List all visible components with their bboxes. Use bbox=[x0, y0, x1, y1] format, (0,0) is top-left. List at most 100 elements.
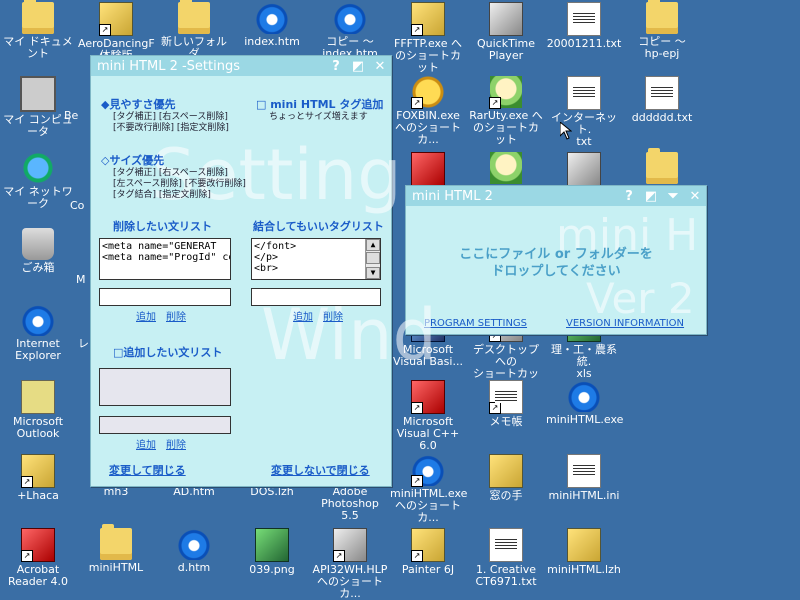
close-button[interactable]: ✕ bbox=[684, 187, 706, 205]
desktop-icon-quicktime[interactable]: QuickTime Player bbox=[468, 2, 544, 62]
desktop-icon-photoshop[interactable]: Adobe Photoshop 5.5 bbox=[312, 486, 388, 522]
close-button[interactable]: ✕ bbox=[369, 57, 391, 75]
internet-explorer-icon bbox=[22, 304, 54, 336]
add-tag-checkbox[interactable]: □ mini HTML タグ追加 bbox=[256, 96, 383, 112]
scroll-up-icon[interactable]: ▲ bbox=[366, 239, 380, 251]
desktop-icon-internet-explorer[interactable]: Internet Explorer bbox=[0, 304, 76, 362]
desktop-icon-minihtml-ini[interactable]: miniHTML.ini bbox=[546, 454, 622, 502]
desktop-icon-folder-3[interactable] bbox=[624, 148, 700, 186]
desktop-icon-recycle-bin[interactable]: ごみ箱 bbox=[0, 228, 76, 274]
desktop-icon-my-computer[interactable]: マイ コンピュータ bbox=[0, 76, 76, 138]
recycle-bin-icon bbox=[22, 228, 54, 260]
help-button[interactable]: ? bbox=[325, 57, 347, 75]
delete-list-remove-link[interactable]: 削除 bbox=[166, 308, 186, 323]
app-icon: ↗ bbox=[99, 2, 133, 36]
save-and-close-link[interactable]: 変更して閉じる bbox=[109, 462, 186, 478]
program-settings-link[interactable]: PROGRAM SETTINGS bbox=[424, 318, 527, 329]
settings-window[interactable]: mini HTML 2 -Settings ? ◩ ✕ Setting Wind… bbox=[90, 55, 437, 487]
list-item[interactable]: <meta name="GENERAT bbox=[100, 239, 230, 252]
app-icon bbox=[411, 152, 445, 186]
size-priority-radio[interactable]: ◇サイズ優先 bbox=[101, 152, 164, 168]
resize-icon[interactable]: ◩ bbox=[347, 57, 369, 75]
add-input[interactable] bbox=[99, 416, 231, 434]
join-list-remove-link[interactable]: 削除 bbox=[323, 308, 343, 323]
fox-icon: ↗ bbox=[411, 76, 444, 109]
minimize-button[interactable]: ⏷ bbox=[662, 187, 684, 205]
desktop-icon-d-htm[interactable]: d.htm bbox=[156, 528, 232, 574]
desktop-icon-internet-txt[interactable]: インターネット. txt bbox=[546, 76, 622, 148]
resize-icon[interactable]: ◩ bbox=[640, 187, 662, 205]
help-button[interactable]: ? bbox=[618, 187, 640, 205]
size-priority-desc-3: [タグ結合] [指定文削除] bbox=[113, 190, 211, 200]
join-list-add-link[interactable]: 追加 bbox=[293, 308, 313, 323]
desktop-icon-acrobat[interactable]: ↗ Acrobat Reader 4.0 bbox=[0, 528, 76, 588]
desktop-icon-madonote[interactable]: 窓の手 bbox=[468, 454, 544, 502]
desktop-icon-notepad[interactable]: ↗ メモ帳 bbox=[468, 380, 544, 428]
add-list-add-link[interactable]: 追加 bbox=[136, 436, 156, 451]
list-item[interactable]: <meta name="ProgId" co bbox=[100, 252, 230, 263]
join-list[interactable]: </font> </p> <br> ▲ ▼ bbox=[251, 238, 381, 280]
desktop-icon-api32wh[interactable]: ↗ API32WH.HLP へのショートカ... bbox=[312, 528, 388, 600]
scrollbar[interactable]: ▲ ▼ bbox=[365, 239, 380, 279]
add-list[interactable] bbox=[99, 368, 231, 406]
desktop-icon-minihtml-shortcut[interactable]: ↗ miniHTML.exe へのショートカ... bbox=[390, 454, 467, 524]
desktop-icon-20001211[interactable]: 20001211.txt bbox=[546, 2, 622, 50]
drop-zone[interactable]: ここにファイル or フォルダーを ドロップしてください bbox=[406, 246, 706, 280]
computer-icon bbox=[20, 76, 56, 112]
desktop-icon-ad-htm[interactable]: AD.htm bbox=[156, 486, 232, 498]
desktop-icon-aerodancing[interactable]: ↗AeroDancingF 体験版 bbox=[78, 2, 155, 62]
desktop-icon-my-documents[interactable]: マイ ドキュメント bbox=[0, 0, 76, 60]
settings-titlebar[interactable]: mini HTML 2 -Settings ? ◩ ✕ bbox=[91, 56, 391, 76]
delete-list[interactable]: <meta name="GENERAT <meta name="ProgId" … bbox=[99, 238, 231, 280]
desktop-icon-gray-file[interactable] bbox=[546, 152, 622, 188]
drop-instruction-line1: ここにファイル or フォルダーを bbox=[459, 247, 653, 262]
close-without-saving-link[interactable]: 変更しないで閉じる bbox=[271, 462, 370, 478]
desktop-icon-outlook[interactable]: Microsoft Outlook bbox=[0, 380, 76, 440]
desktop-icon-ffftp[interactable]: ↗ FFFTP.exe へ のショートカット bbox=[390, 2, 466, 74]
character-icon bbox=[490, 152, 522, 184]
desktop-icon-foxbin[interactable]: ↗ FOXBIN.exe へのショートカ... bbox=[390, 76, 466, 146]
desktop-icon-minihtml-lzh[interactable]: miniHTML.lzh bbox=[546, 528, 622, 576]
desktop-icon-039-png[interactable]: 039.png bbox=[234, 528, 310, 576]
desktop-icon-dos-lzh[interactable]: DOS.lzh bbox=[234, 486, 310, 498]
scroll-thumb[interactable] bbox=[366, 252, 380, 264]
desktop-icon-red-app[interactable] bbox=[390, 152, 466, 188]
desktop-icon-visual-cpp[interactable]: ↗ Microsoft Visual C++ 6.0 bbox=[390, 380, 466, 452]
list-item[interactable]: </font> bbox=[252, 239, 380, 252]
minihtml-titlebar[interactable]: mini HTML 2 ? ◩ ⏷ ✕ bbox=[406, 186, 706, 206]
desktop-icon-mh3[interactable]: mh3 bbox=[78, 486, 154, 498]
join-input[interactable] bbox=[251, 288, 381, 306]
folder-icon bbox=[22, 0, 54, 34]
join-list-label: 結合してもいいタグリスト bbox=[253, 220, 384, 233]
desktop-icon-lhaca[interactable]: ↗ +Lhaca bbox=[0, 454, 76, 502]
delete-list-add-link[interactable]: 追加 bbox=[136, 308, 156, 323]
version-information-link[interactable]: VERSION INFORMATION bbox=[566, 318, 684, 329]
desktop-icon-minihtml-exe[interactable]: miniHTML.exe bbox=[546, 380, 623, 426]
text-file-icon bbox=[489, 528, 523, 562]
desktop-icon-minihtml-folder[interactable]: miniHTML bbox=[78, 524, 154, 574]
desktop-icon-char-app[interactable] bbox=[468, 152, 544, 186]
desktop-icon-creative-txt[interactable]: 1. Creative CT6971.txt bbox=[468, 528, 544, 588]
list-item[interactable]: <br> bbox=[252, 263, 380, 274]
folder-icon bbox=[178, 0, 210, 34]
visual-cpp-icon: ↗ bbox=[411, 380, 445, 414]
add-list-checkbox[interactable]: □追加したい文リスト bbox=[113, 344, 222, 360]
scroll-down-icon[interactable]: ▼ bbox=[366, 267, 380, 279]
minihtml-icon bbox=[568, 380, 600, 412]
handshake-icon bbox=[489, 454, 523, 488]
desktop-icon-dddddd[interactable]: dddddd.txt bbox=[624, 76, 700, 124]
view-priority-radio[interactable]: ◆見やすさ優先 bbox=[101, 96, 175, 112]
delete-input[interactable] bbox=[99, 288, 231, 306]
minihtml-window[interactable]: mini HTML 2 ? ◩ ⏷ ✕ mini H Ver 2 ここにファイル… bbox=[405, 185, 707, 335]
add-list-remove-link[interactable]: 削除 bbox=[166, 436, 186, 451]
text-file-icon bbox=[645, 76, 679, 110]
desktop-icon-new-folder[interactable]: 新しいフォルダ bbox=[156, 0, 232, 60]
list-item[interactable]: </p> bbox=[252, 252, 380, 263]
desktop-icon-painter[interactable]: ↗ Painter 6J bbox=[390, 528, 466, 576]
desktop-icon-rarutY[interactable]: ↗ RarUty.exe へ のショートカット bbox=[468, 76, 544, 146]
internet-explorer-icon bbox=[256, 2, 288, 34]
desktop-icon-copy-hp-epj[interactable]: コピー ～ hp-epj bbox=[624, 0, 700, 60]
desktop-icon-index-htm[interactable]: index.htm bbox=[234, 2, 310, 48]
desktop-icon-copy-index[interactable]: コピー ～ index.htm bbox=[312, 2, 388, 60]
desktop-icon-my-network[interactable]: マイ ネットワーク bbox=[0, 152, 76, 210]
